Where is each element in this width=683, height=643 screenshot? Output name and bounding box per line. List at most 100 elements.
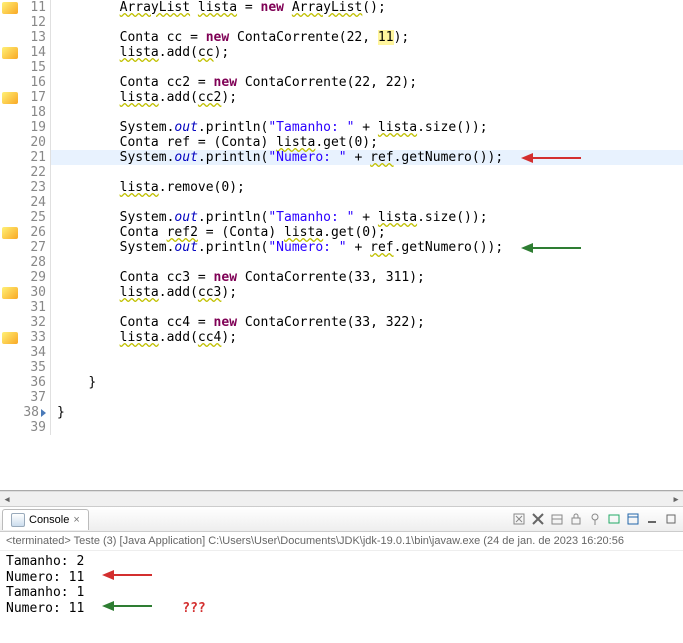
code-line[interactable]: 16 Conta cc2 = new ContaCorrente(22, 22)… [0, 75, 683, 90]
line-number[interactable]: 16 [0, 75, 51, 90]
line-number[interactable]: 38 [0, 405, 51, 420]
code-content[interactable]: lista.add(cc3); [51, 285, 683, 300]
code-line[interactable]: 32 Conta cc4 = new ContaCorrente(33, 322… [0, 315, 683, 330]
code-line[interactable]: 13 Conta cc = new ContaCorrente(22, 11); [0, 30, 683, 45]
scroll-left-icon[interactable]: ◂ [0, 492, 14, 506]
code-line[interactable]: 21 System.out.println("Numero: " + ref.g… [0, 150, 683, 165]
code-content[interactable]: ArrayList lista = new ArrayList(); [51, 0, 683, 15]
code-content[interactable]: Conta cc3 = new ContaCorrente(33, 311); [51, 270, 683, 285]
code-line[interactable]: 25 System.out.println("Tamanho: " + list… [0, 210, 683, 225]
code-content[interactable]: Conta cc2 = new ContaCorrente(22, 22); [51, 75, 683, 90]
code-line[interactable]: 17 lista.add(cc2); [0, 90, 683, 105]
minimize-icon[interactable] [644, 511, 660, 527]
warning-marker-icon[interactable] [2, 227, 18, 239]
warning-marker-icon[interactable] [2, 92, 18, 104]
code-content[interactable]: Conta cc = new ContaCorrente(22, 11); [51, 30, 683, 45]
code-line[interactable]: 37 [0, 390, 683, 405]
line-number[interactable]: 32 [0, 315, 51, 330]
line-number[interactable]: 14 [0, 45, 51, 60]
code-content[interactable]: lista.add(cc2); [51, 90, 683, 105]
code-line[interactable]: 30 lista.add(cc3); [0, 285, 683, 300]
line-number[interactable]: 31 [0, 300, 51, 315]
code-line[interactable]: 14 lista.add(cc); [0, 45, 683, 60]
line-number[interactable]: 35 [0, 360, 51, 375]
close-icon[interactable]: × [73, 514, 79, 526]
code-editor[interactable]: 11 ArrayList lista = new ArrayList();121… [0, 0, 683, 491]
warning-marker-icon[interactable] [2, 47, 18, 59]
code-line[interactable]: 27 System.out.println("Numero: " + ref.g… [0, 240, 683, 255]
remove-all-icon[interactable] [530, 511, 546, 527]
code-line[interactable]: 36 } [0, 375, 683, 390]
code-content[interactable]: System.out.println("Numero: " + ref.getN… [51, 150, 683, 165]
line-number[interactable]: 13 [0, 30, 51, 45]
line-number[interactable]: 22 [0, 165, 51, 180]
line-number[interactable]: 30 [0, 285, 51, 300]
display-selected-icon[interactable] [606, 511, 622, 527]
code-line[interactable]: 12 [0, 15, 683, 30]
code-content[interactable]: Conta cc4 = new ContaCorrente(33, 322); [51, 315, 683, 330]
line-number[interactable]: 25 [0, 210, 51, 225]
scroll-lock-icon[interactable] [568, 511, 584, 527]
annotation-question: ??? [182, 601, 205, 616]
line-number[interactable]: 39 [0, 420, 51, 435]
line-number[interactable]: 15 [0, 60, 51, 75]
line-number[interactable]: 23 [0, 180, 51, 195]
line-number[interactable]: 12 [0, 15, 51, 30]
line-number[interactable]: 19 [0, 120, 51, 135]
line-number[interactable]: 36 [0, 375, 51, 390]
code-line[interactable]: 26 Conta ref2 = (Conta) lista.get(0); [0, 225, 683, 240]
line-number[interactable]: 20 [0, 135, 51, 150]
code-content[interactable]: Conta ref = (Conta) lista.get(0); [51, 135, 683, 150]
line-number[interactable]: 28 [0, 255, 51, 270]
code-line[interactable]: 31 [0, 300, 683, 315]
maximize-icon[interactable] [663, 511, 679, 527]
warning-marker-icon[interactable] [2, 2, 18, 14]
code-content[interactable]: System.out.println("Tamanho: " + lista.s… [51, 120, 683, 135]
pin-console-icon[interactable] [587, 511, 603, 527]
code-line[interactable]: 19 System.out.println("Tamanho: " + list… [0, 120, 683, 135]
code-line[interactable]: 34 [0, 345, 683, 360]
console-output[interactable]: Tamanho: 2Numero: 11Tamanho: 1Numero: 11… [0, 551, 683, 619]
line-number[interactable]: 11 [0, 0, 51, 15]
console-tab[interactable]: Console × [2, 509, 89, 530]
line-number[interactable]: 37 [0, 390, 51, 405]
code-line[interactable]: 23 lista.remove(0); [0, 180, 683, 195]
code-line[interactable]: 15 [0, 60, 683, 75]
code-content[interactable]: lista.add(cc4); [51, 330, 683, 345]
code-content[interactable]: } [51, 405, 683, 420]
scroll-right-icon[interactable]: ▸ [669, 492, 683, 506]
line-number[interactable]: 29 [0, 270, 51, 285]
code-line[interactable]: 39 [0, 420, 683, 435]
clear-console-icon[interactable] [549, 511, 565, 527]
code-content[interactable]: Conta ref2 = (Conta) lista.get(0); [51, 225, 683, 240]
code-content[interactable]: System.out.println("Tamanho: " + lista.s… [51, 210, 683, 225]
remove-launch-icon[interactable] [511, 511, 527, 527]
line-number[interactable]: 27 [0, 240, 51, 255]
code-line[interactable]: 11 ArrayList lista = new ArrayList(); [0, 0, 683, 15]
code-line[interactable]: 20 Conta ref = (Conta) lista.get(0); [0, 135, 683, 150]
code-content[interactable]: System.out.println("Numero: " + ref.getN… [51, 240, 683, 255]
line-number[interactable]: 18 [0, 105, 51, 120]
code-line[interactable]: 29 Conta cc3 = new ContaCorrente(33, 311… [0, 270, 683, 285]
line-number[interactable]: 17 [0, 90, 51, 105]
line-number[interactable]: 34 [0, 345, 51, 360]
code-line[interactable]: 18 [0, 105, 683, 120]
warning-marker-icon[interactable] [2, 332, 18, 344]
open-console-icon[interactable] [625, 511, 641, 527]
fold-icon[interactable] [41, 409, 46, 417]
code-content[interactable]: lista.add(cc); [51, 45, 683, 60]
code-line[interactable]: 24 [0, 195, 683, 210]
line-number[interactable]: 21 [0, 150, 51, 165]
horizontal-scrollbar[interactable]: ◂ ▸ [0, 491, 683, 506]
line-number[interactable]: 33 [0, 330, 51, 345]
code-line[interactable]: 22 [0, 165, 683, 180]
code-line[interactable]: 28 [0, 255, 683, 270]
code-line[interactable]: 33 lista.add(cc4); [0, 330, 683, 345]
code-content[interactable]: } [51, 375, 683, 390]
warning-marker-icon[interactable] [2, 287, 18, 299]
line-number[interactable]: 24 [0, 195, 51, 210]
code-content[interactable]: lista.remove(0); [51, 180, 683, 195]
code-line[interactable]: 38} [0, 405, 683, 420]
code-line[interactable]: 35 [0, 360, 683, 375]
line-number[interactable]: 26 [0, 225, 51, 240]
